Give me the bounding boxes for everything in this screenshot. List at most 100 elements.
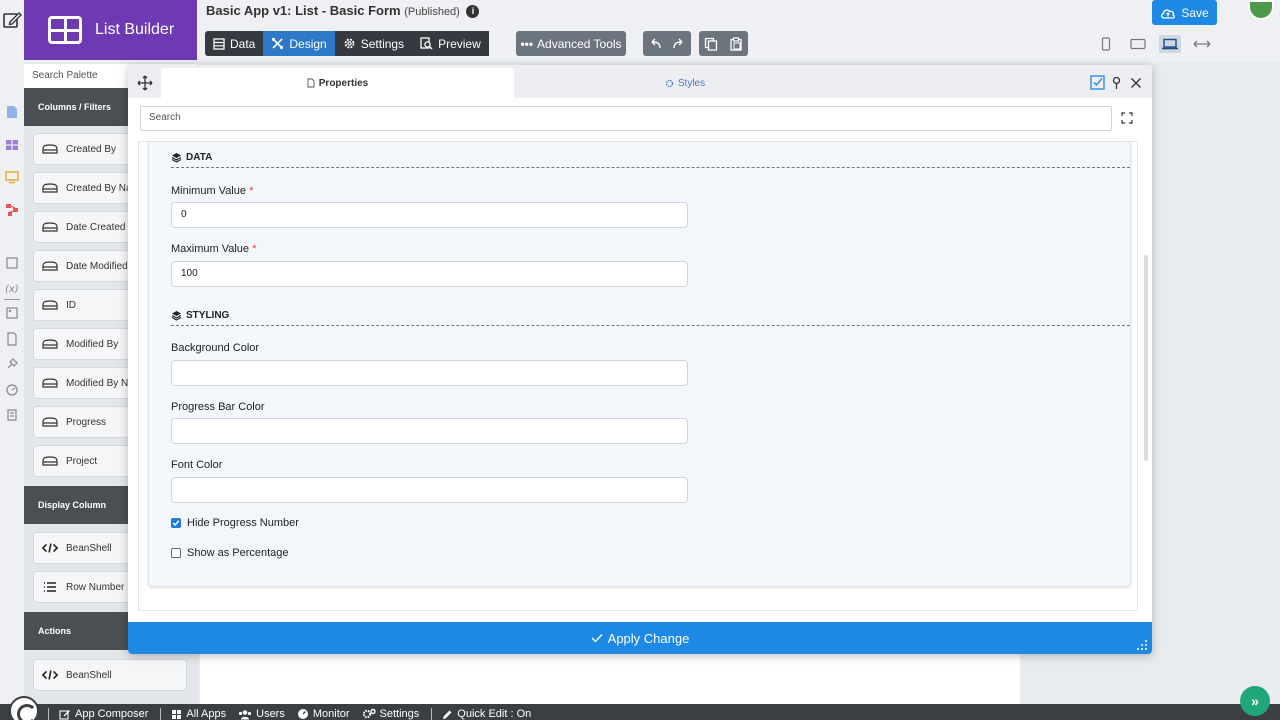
logs-icon[interactable] (5, 408, 19, 422)
column-icon (42, 378, 58, 388)
properties-form: DATA Minimum Value * 0 Maximum Value * 1… (148, 142, 1131, 587)
max-value-label-text: Maximum Value (171, 243, 250, 255)
joget-logo-icon[interactable] (9, 696, 39, 720)
quick-edit-toggle[interactable]: Quick Edit : On (442, 708, 531, 720)
undo-icon[interactable] (648, 38, 662, 50)
app-composer-link[interactable]: App Composer (59, 708, 148, 720)
advanced-tools-label: Advanced Tools (537, 36, 622, 51)
resize-grip-icon[interactable] (1136, 639, 1148, 651)
palette-item-beanshell-action[interactable]: BeanShell (33, 659, 187, 691)
redo-icon[interactable] (672, 38, 686, 50)
performance-icon[interactable] (5, 383, 19, 397)
note-icon[interactable] (5, 256, 19, 270)
progress-bar-color-label: Progress Bar Color (171, 401, 265, 413)
palette-item-label: Progress (66, 416, 107, 428)
hide-progress-number-checkbox[interactable] (171, 518, 181, 528)
settings-link[interactable]: Settings (362, 708, 420, 720)
show-percentage-row[interactable]: Show as Percentage (171, 547, 289, 559)
process-builder-icon[interactable] (5, 203, 19, 217)
list-builder-icon[interactable] (5, 138, 19, 152)
font-color-input[interactable] (171, 477, 688, 503)
laptop-view-icon[interactable] (1159, 35, 1181, 53)
save-label: Save (1181, 5, 1209, 20)
mode-design-button[interactable]: Design (263, 31, 335, 56)
font-color-label: Font Color (171, 459, 223, 471)
tab-properties[interactable]: Properties (161, 68, 514, 98)
left-icon-rail: (x) (0, 62, 24, 704)
dialog-controls (1090, 75, 1142, 90)
design-tools-icon (271, 37, 284, 50)
full-width-view-icon[interactable] (1191, 35, 1213, 53)
edit-icon[interactable] (2, 10, 22, 30)
top-header: List Builder Basic App v1: List - Basic … (0, 0, 1280, 62)
tablet-view-icon[interactable] (1127, 35, 1149, 53)
progress-bar-color-input[interactable] (171, 418, 688, 444)
column-icon (42, 261, 58, 271)
properties-search-input[interactable]: Search (140, 106, 1112, 131)
show-percentage-checkbox[interactable] (171, 548, 181, 558)
more-dots-icon: ••• (520, 36, 534, 51)
hide-progress-number-label: Hide Progress Number (187, 517, 299, 529)
grid-icon (171, 709, 182, 720)
column-icon (42, 222, 58, 232)
userview-builder-icon[interactable] (5, 170, 19, 184)
palette-item-label: BeanShell (66, 542, 112, 554)
monitor-label: Monitor (312, 708, 350, 720)
required-mark: * (252, 243, 257, 255)
palette-item-label: ID (66, 299, 76, 311)
quick-edit-label: Quick Edit : On (457, 708, 532, 720)
palette-item-label: Modified By (66, 338, 119, 350)
palette-item-label: Project (66, 455, 98, 467)
info-icon[interactable]: i (466, 5, 480, 18)
background-color-input[interactable] (171, 360, 688, 386)
min-value-input[interactable]: 0 (171, 202, 688, 228)
section-data-title: DATA (186, 152, 213, 163)
pencil-icon (442, 709, 453, 720)
mode-settings-button[interactable]: Settings (334, 31, 413, 56)
close-icon[interactable] (1130, 77, 1142, 89)
copy-paste-group (699, 31, 748, 56)
copy-icon[interactable] (704, 37, 718, 51)
variable-icon[interactable]: (x) (5, 281, 19, 295)
palette-item-label: Row Number (66, 581, 125, 593)
tab-properties-label: Properties (318, 77, 369, 89)
numbered-list-icon (42, 581, 58, 593)
expand-icon[interactable] (1121, 112, 1133, 124)
mobile-view-icon[interactable] (1095, 35, 1117, 53)
all-apps-link[interactable]: All Apps (171, 708, 226, 720)
paste-icon[interactable] (729, 36, 743, 51)
monitor-link[interactable]: Monitor (297, 708, 350, 720)
save-button[interactable]: Save (1152, 0, 1217, 25)
properties-scrollbar[interactable] (1144, 255, 1148, 461)
mode-design-label: Design (289, 36, 327, 51)
document-icon[interactable] (5, 332, 19, 346)
users-label: Users (256, 708, 285, 720)
move-icon[interactable] (137, 75, 153, 91)
resources-icon[interactable] (5, 306, 19, 320)
min-value-label: Minimum Value * (171, 185, 253, 197)
max-value-input[interactable]: 100 (171, 261, 688, 287)
form-builder-icon[interactable] (5, 105, 19, 119)
edit-icon (59, 709, 71, 720)
background-color-label: Background Color (171, 342, 260, 354)
checkbox-toggle-icon[interactable] (1090, 75, 1105, 90)
app-title-text: Basic App v1: List - Basic Form (206, 3, 401, 18)
users-link[interactable]: Users (238, 708, 285, 720)
mode-data-button[interactable]: Data (205, 31, 264, 56)
mode-preview-button[interactable]: Preview (412, 31, 489, 56)
expand-sidebar-button[interactable]: » (1240, 686, 1270, 716)
pin-icon[interactable] (1111, 76, 1122, 90)
tab-styles[interactable]: Styles (514, 68, 856, 98)
settings-label: Settings (379, 708, 420, 720)
code-icon (42, 542, 58, 554)
column-icon (42, 300, 58, 310)
plugin-icon[interactable] (5, 357, 19, 371)
advanced-tools-button[interactable]: ••• Advanced Tools (516, 31, 626, 56)
required-mark: * (249, 185, 254, 197)
layers-icon (171, 152, 182, 163)
apply-change-button[interactable]: Apply Change (128, 622, 1152, 654)
device-preview-switcher (1095, 35, 1213, 53)
user-avatar[interactable] (1248, 0, 1274, 20)
hide-progress-number-row[interactable]: Hide Progress Number (171, 517, 299, 529)
properties-body: DATA Minimum Value * 0 Maximum Value * 1… (138, 141, 1138, 611)
